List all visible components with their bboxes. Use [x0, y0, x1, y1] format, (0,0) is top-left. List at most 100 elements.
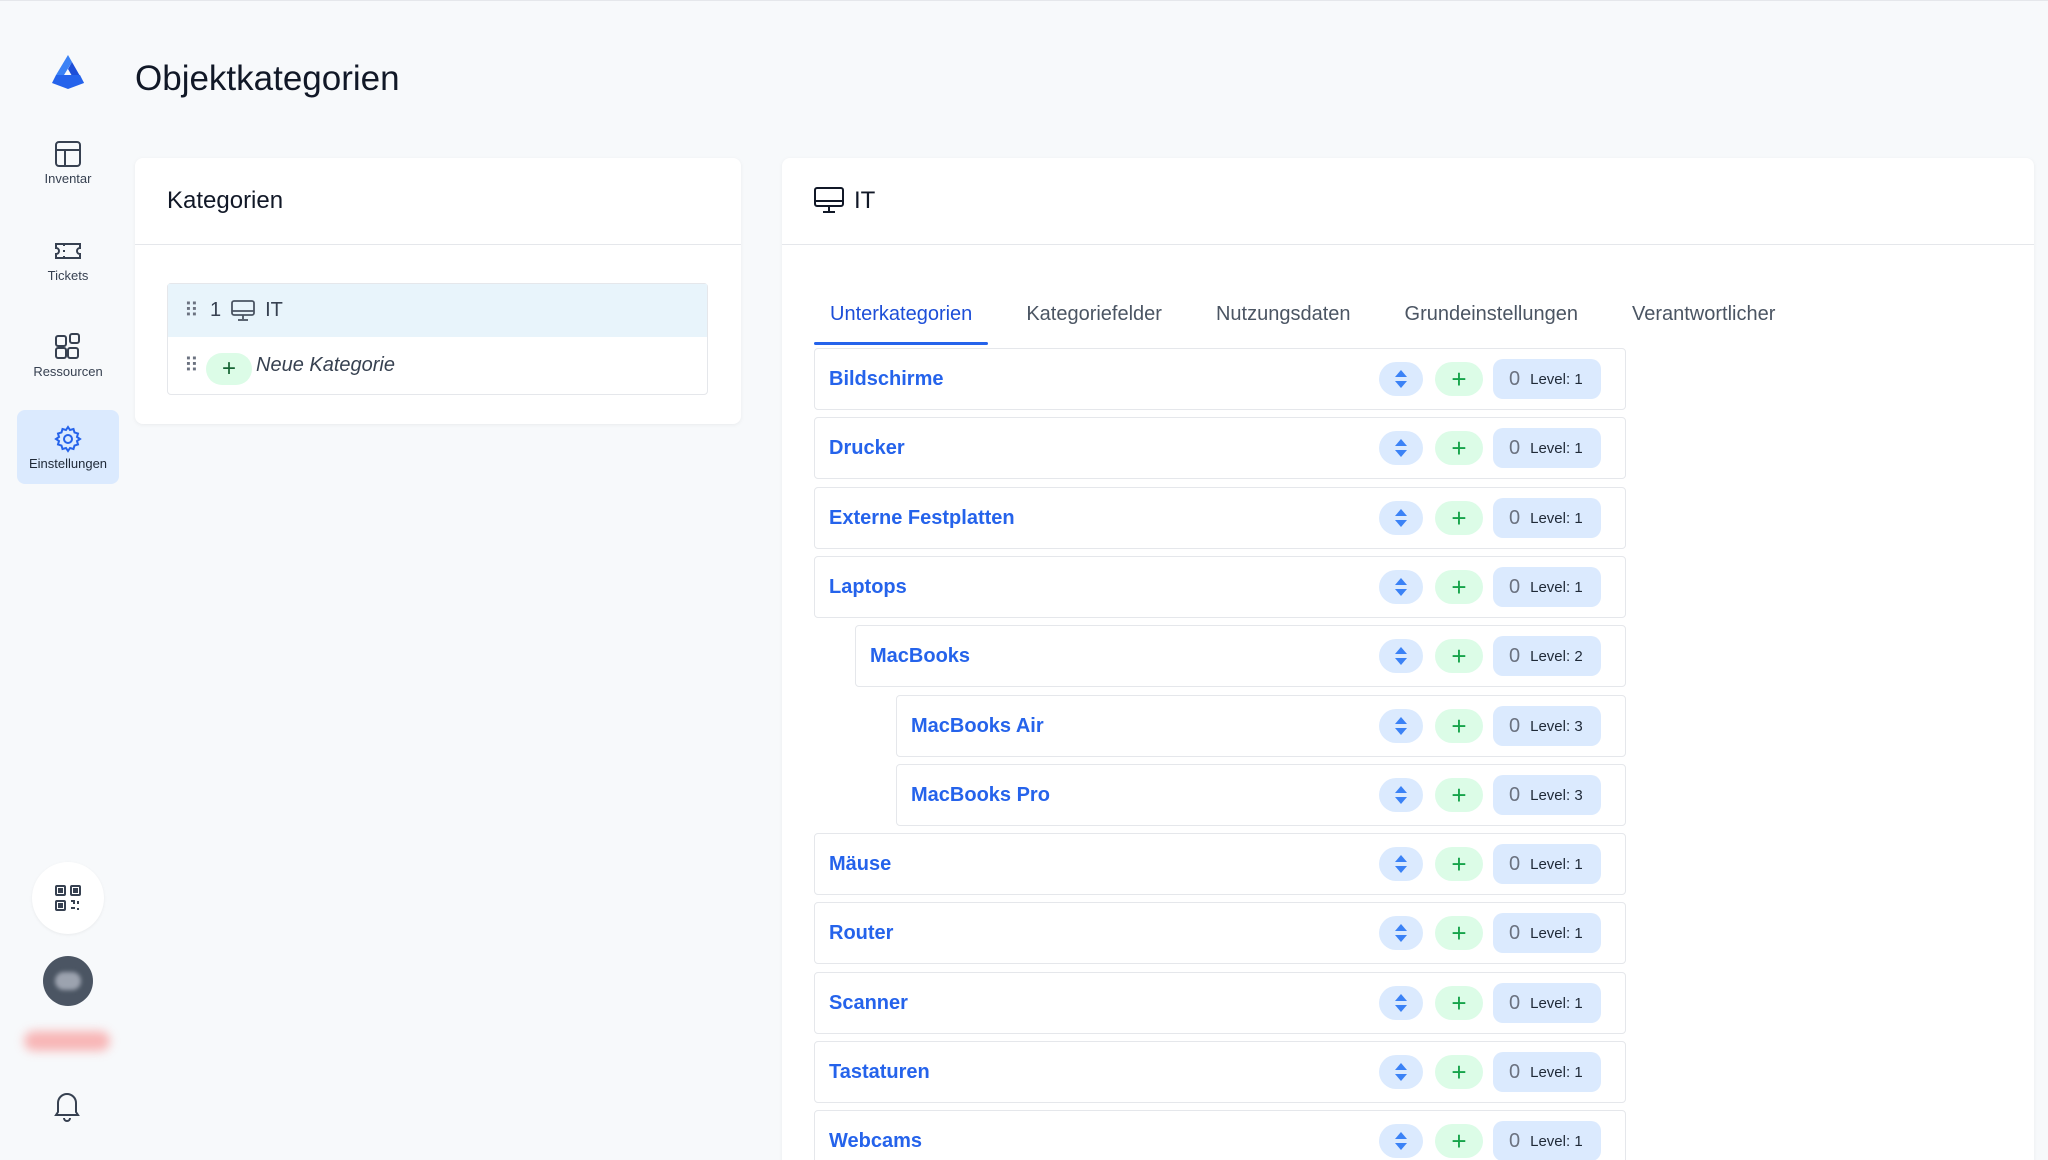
subcategory-row[interactable]: Scanner + 0 Level: 1: [814, 972, 1626, 1034]
add-subcategory-button[interactable]: +: [1435, 362, 1483, 396]
add-category-button[interactable]: +: [206, 352, 252, 385]
tab-nutzungsdaten[interactable]: Nutzungsdaten: [1200, 288, 1367, 345]
sort-button[interactable]: [1379, 916, 1423, 950]
sort-button[interactable]: [1379, 986, 1423, 1020]
subcategory-actions: + 0 Level: 2: [1379, 636, 1601, 676]
sort-button[interactable]: [1379, 1055, 1423, 1089]
app-logo-icon[interactable]: [48, 53, 88, 91]
sidebar-item-tickets[interactable]: Tickets: [17, 222, 119, 296]
add-subcategory-button[interactable]: +: [1435, 778, 1483, 812]
tab-grundeinstellungen[interactable]: Grundeinstellungen: [1389, 288, 1594, 345]
category-detail-header: IT: [782, 158, 2034, 245]
subcategory-row[interactable]: Bildschirme + 0 Level: 1: [814, 348, 1626, 410]
subcategory-row[interactable]: Tastaturen + 0 Level: 1: [814, 1041, 1626, 1103]
plus-icon: +: [1451, 710, 1467, 741]
new-category-label[interactable]: Neue Kategorie: [256, 354, 395, 377]
level-badge: 0 Level: 1: [1493, 1052, 1601, 1092]
plus-icon: +: [1451, 1125, 1467, 1156]
drag-handle-icon[interactable]: ⠿: [184, 353, 206, 378]
subcategory-actions: + 0 Level: 1: [1379, 498, 1601, 538]
subcategory-row[interactable]: Mäuse + 0 Level: 1: [814, 833, 1626, 895]
level-badge: 0 Level: 1: [1493, 359, 1601, 399]
add-subcategory-button[interactable]: +: [1435, 501, 1483, 535]
subcategory-row[interactable]: Laptops + 0 Level: 1: [814, 556, 1626, 618]
tab-unterkategorien[interactable]: Unterkategorien: [814, 288, 989, 345]
subcategory-row[interactable]: Drucker + 0 Level: 1: [814, 417, 1626, 479]
sort-button[interactable]: [1379, 362, 1423, 396]
category-number: 1: [210, 299, 222, 321]
category-item-it[interactable]: ⠿ 1 IT: [168, 284, 707, 337]
add-subcategory-button[interactable]: +: [1435, 1055, 1483, 1089]
bell-icon[interactable]: [52, 1090, 82, 1122]
add-subcategory-button[interactable]: +: [1435, 916, 1483, 950]
subcategory-name[interactable]: Router: [829, 903, 893, 963]
add-subcategory-button[interactable]: +: [1435, 570, 1483, 604]
sort-button[interactable]: [1379, 778, 1423, 812]
sidebar-item-label: Ressourcen: [33, 364, 103, 379]
level-label: Level: 1: [1530, 370, 1583, 388]
level-badge: 0 Level: 3: [1493, 775, 1601, 815]
add-subcategory-button[interactable]: +: [1435, 847, 1483, 881]
subcategory-row[interactable]: MacBooks Pro + 0 Level: 3: [896, 764, 1626, 826]
level-badge: 0 Level: 1: [1493, 498, 1601, 538]
page-title: Objektkategorien: [135, 59, 400, 98]
item-count: 0: [1509, 1060, 1521, 1083]
level-badge: 0 Level: 1: [1493, 983, 1601, 1023]
sort-button[interactable]: [1379, 847, 1423, 881]
subcategory-name[interactable]: Externe Festplatten: [829, 488, 1015, 548]
subcategory-name[interactable]: Tastaturen: [829, 1042, 930, 1102]
subcategory-name[interactable]: Webcams: [829, 1111, 922, 1160]
level-label: Level: 1: [1530, 1132, 1583, 1150]
subcategory-name[interactable]: Laptops: [829, 557, 907, 617]
new-category-row[interactable]: ⠿ + Neue Kategorie: [168, 337, 707, 394]
sort-icon: [1395, 994, 1407, 1012]
subcategory-actions: + 0 Level: 1: [1379, 428, 1601, 468]
sort-button[interactable]: [1379, 1124, 1423, 1158]
drag-handle-icon[interactable]: ⠿: [184, 298, 206, 323]
add-subcategory-button[interactable]: +: [1435, 709, 1483, 743]
subcategory-row[interactable]: MacBooks Air + 0 Level: 3: [896, 695, 1626, 757]
subcategory-name[interactable]: Bildschirme: [829, 349, 943, 409]
avatar[interactable]: [43, 956, 93, 1006]
add-subcategory-button[interactable]: +: [1435, 1124, 1483, 1158]
subcategory-row[interactable]: Router + 0 Level: 1: [814, 902, 1626, 964]
subcategory-name[interactable]: MacBooks Air: [911, 696, 1044, 756]
sort-button[interactable]: [1379, 570, 1423, 604]
table-icon: [55, 141, 81, 167]
level-badge: 0 Level: 3: [1493, 706, 1601, 746]
subcategory-row[interactable]: Externe Festplatten + 0 Level: 1: [814, 487, 1626, 549]
subcategory-name[interactable]: MacBooks: [870, 626, 970, 686]
sidebar-item-einstellungen[interactable]: Einstellungen: [17, 410, 119, 484]
plus-icon: +: [1451, 640, 1467, 671]
sort-icon: [1395, 717, 1407, 735]
gear-icon: [54, 425, 82, 453]
sort-button[interactable]: [1379, 639, 1423, 673]
level-label: Level: 1: [1530, 578, 1583, 596]
item-count: 0: [1509, 921, 1521, 944]
add-subcategory-button[interactable]: +: [1435, 986, 1483, 1020]
level-label: Level: 1: [1530, 439, 1583, 457]
level-badge: 0 Level: 1: [1493, 844, 1601, 884]
qr-code-icon: [55, 885, 81, 911]
sort-button[interactable]: [1379, 709, 1423, 743]
subcategory-name[interactable]: MacBooks Pro: [911, 765, 1050, 825]
sort-icon: [1395, 786, 1407, 804]
add-subcategory-button[interactable]: +: [1435, 639, 1483, 673]
subcategory-row[interactable]: MacBooks + 0 Level: 2: [855, 625, 1626, 687]
tab-verantwortlicher[interactable]: Verantwortlicher: [1616, 288, 1791, 345]
plus-icon: +: [1451, 779, 1467, 810]
subcategory-name[interactable]: Mäuse: [829, 834, 891, 894]
subcategory-row[interactable]: Webcams + 0 Level: 1: [814, 1110, 1626, 1160]
sort-button[interactable]: [1379, 501, 1423, 535]
subcategory-name[interactable]: Scanner: [829, 973, 908, 1033]
subcategory-name[interactable]: Drucker: [829, 418, 905, 478]
sidebar-item-ressourcen[interactable]: Ressourcen: [17, 318, 119, 392]
sidebar-item-inventar[interactable]: Inventar: [17, 125, 119, 199]
subcategory-actions: + 0 Level: 1: [1379, 844, 1601, 884]
sort-button[interactable]: [1379, 431, 1423, 465]
level-label: Level: 1: [1530, 994, 1583, 1012]
subcategory-actions: + 0 Level: 1: [1379, 1121, 1601, 1160]
tab-kategoriefelder[interactable]: Kategoriefelder: [1010, 288, 1178, 345]
add-subcategory-button[interactable]: +: [1435, 431, 1483, 465]
qr-scan-button[interactable]: [32, 862, 104, 934]
